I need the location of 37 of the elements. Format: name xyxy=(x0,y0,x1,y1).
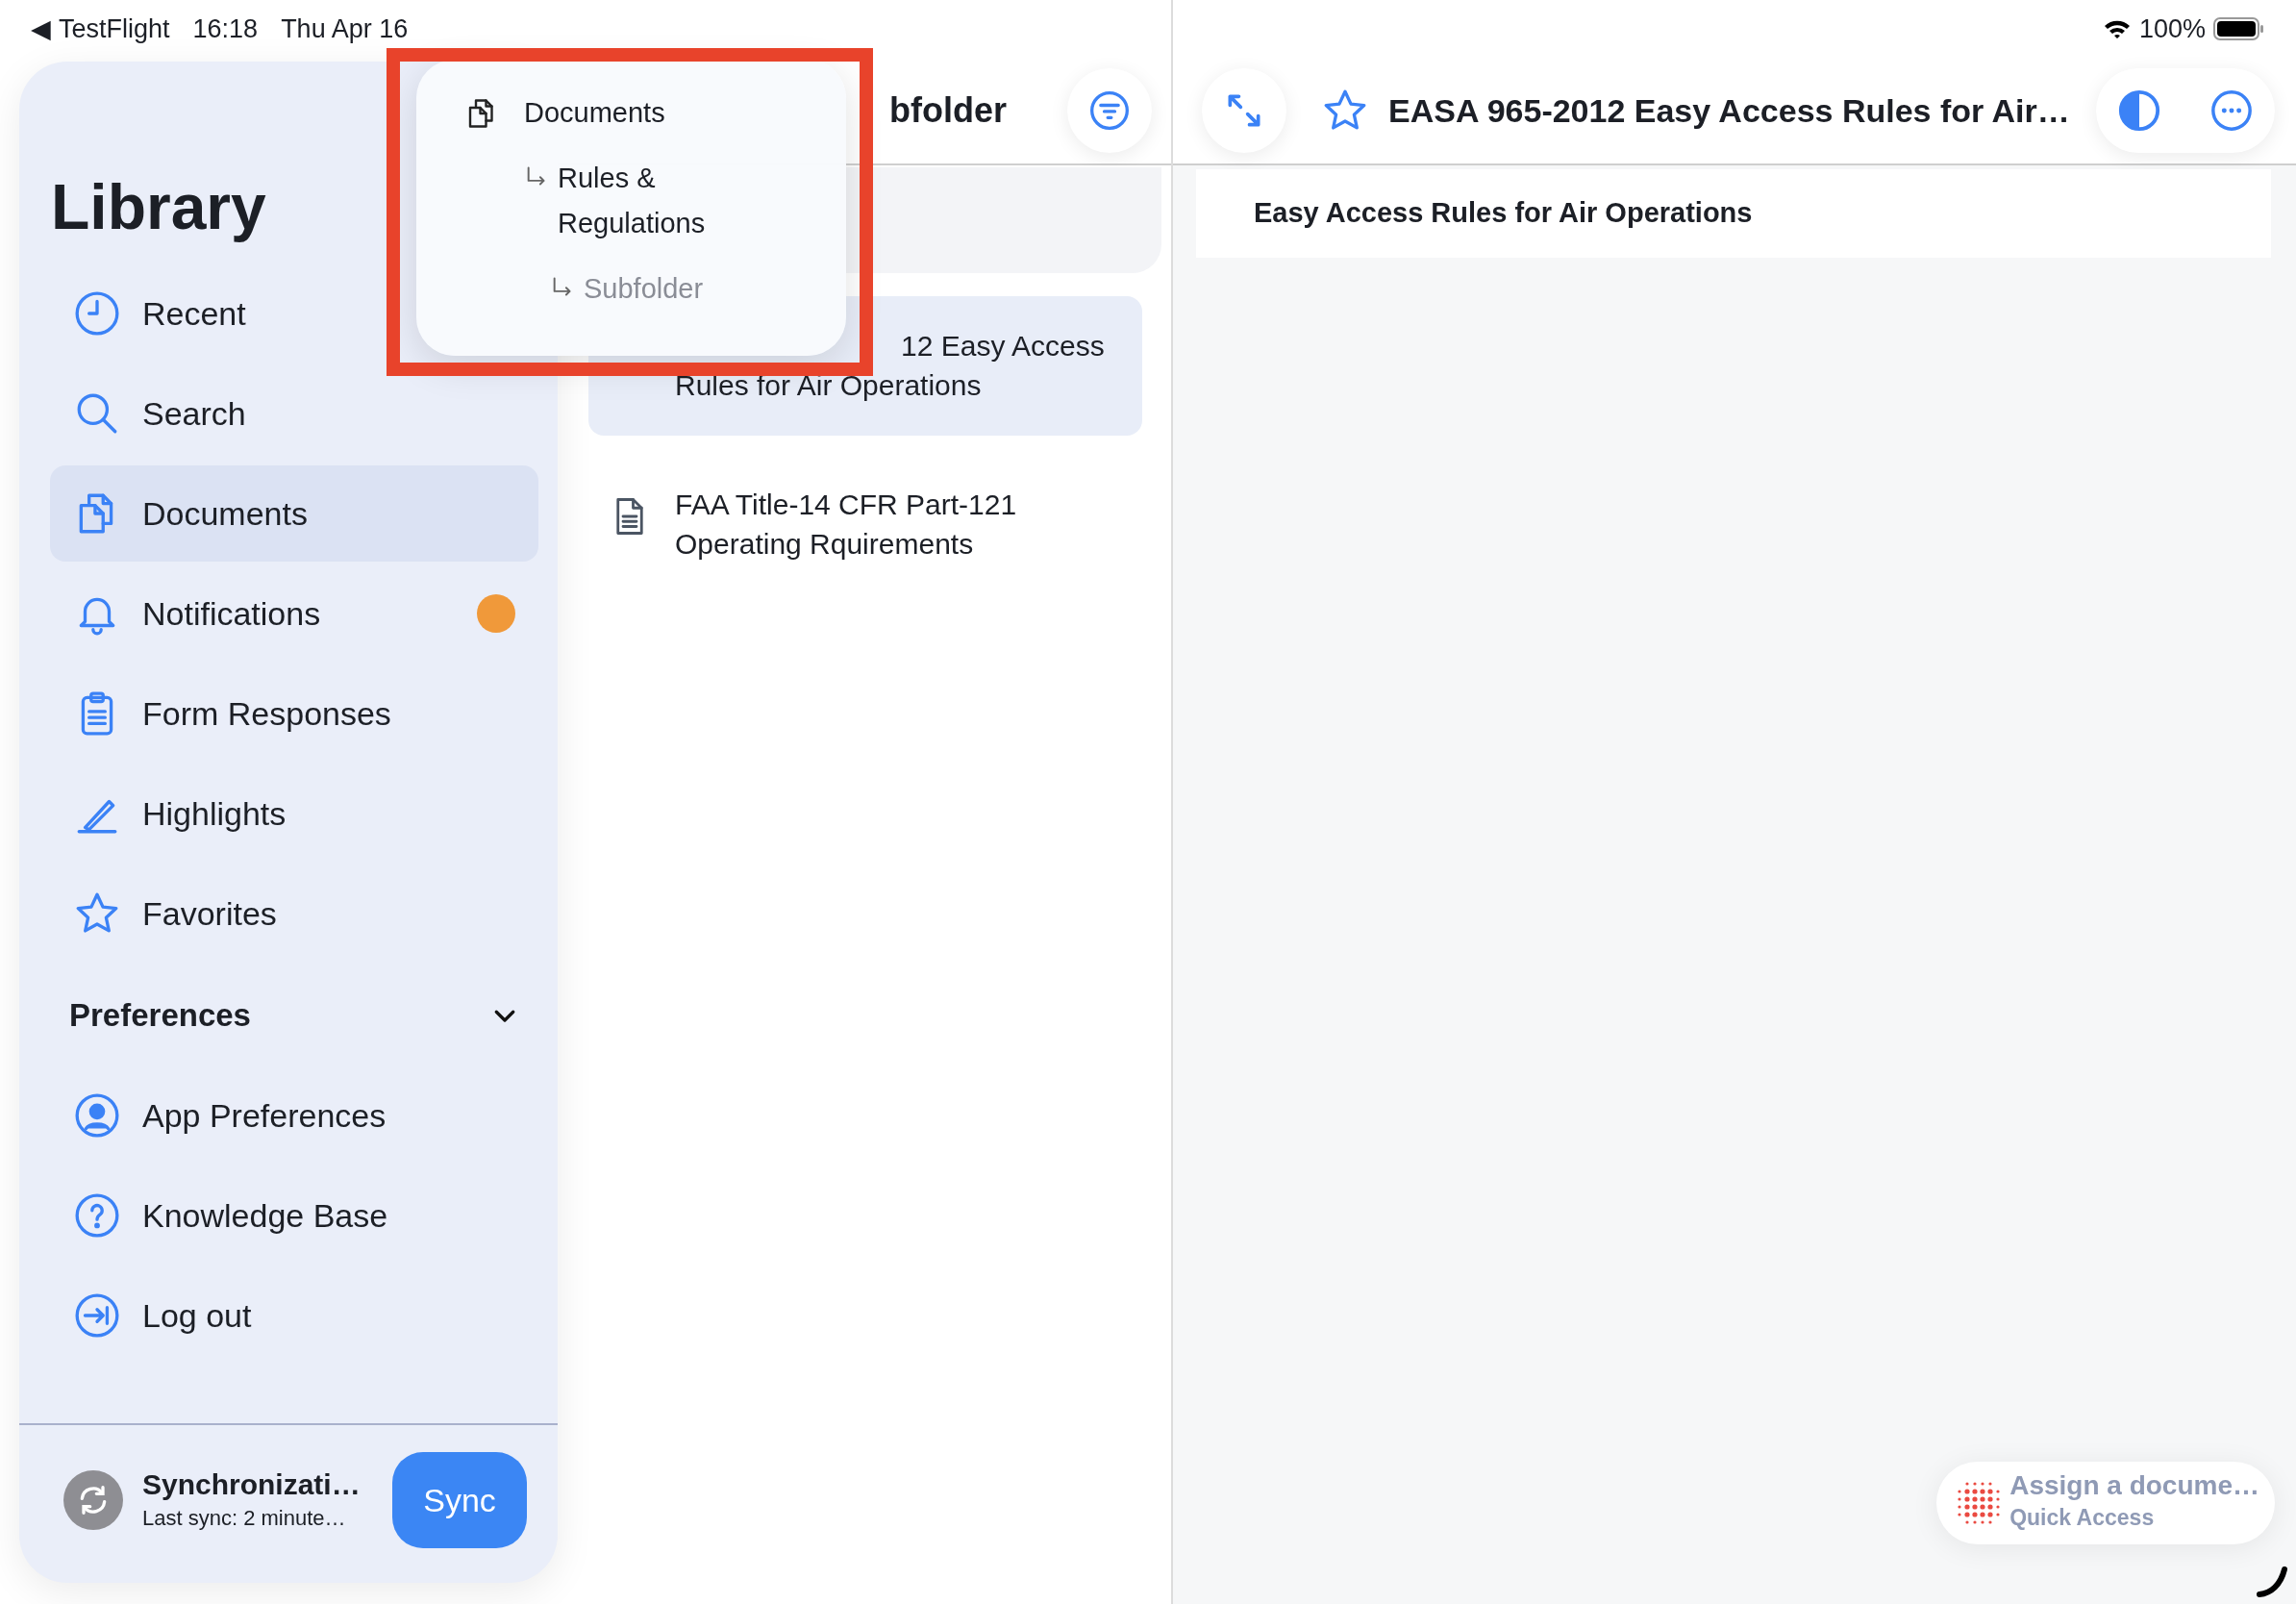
sidebar-item[interactable]: Notifications xyxy=(50,565,538,662)
back-arrow-icon[interactable]: ◀ xyxy=(31,9,51,49)
document-title: EASA 965-2012 Easy Access Rules for Air… xyxy=(1388,90,2070,131)
help-icon xyxy=(73,1191,121,1240)
more-button[interactable] xyxy=(2209,88,2254,133)
clock-icon xyxy=(73,289,121,338)
sidebar-item[interactable]: Documents xyxy=(50,465,538,562)
more-icon xyxy=(2209,88,2254,133)
back-link[interactable]: TestFlight xyxy=(59,9,170,49)
folder-title: bfolder xyxy=(889,89,1007,132)
sidebar-item[interactable]: Knowledge Base xyxy=(50,1167,538,1264)
sidebar-item[interactable]: Log out xyxy=(50,1267,538,1364)
filter-icon xyxy=(1088,89,1131,132)
indent-arrow-icon xyxy=(525,165,546,188)
sidebar-item[interactable]: Highlights xyxy=(50,765,538,862)
sidebar-item[interactable]: Form Responses xyxy=(50,665,538,762)
sync-button[interactable]: Sync xyxy=(392,1452,527,1548)
battery-percent: 100% xyxy=(2138,13,2206,45)
resize-handle-icon[interactable] xyxy=(2256,1566,2288,1598)
section-title: Preferences xyxy=(69,996,251,1036)
logout-icon xyxy=(73,1291,121,1340)
path-menu-item[interactable]: Documents xyxy=(436,90,827,136)
status-time: 16:18 xyxy=(192,13,259,45)
status-date: Thu Apr 16 xyxy=(281,13,409,45)
sync-subtitle: Last sync: 2 minute… xyxy=(142,1504,347,1532)
sidebar-item[interactable]: Favorites xyxy=(50,865,538,962)
contrast-button[interactable] xyxy=(2117,88,2161,133)
section-heading: Easy Access Rules for Air Operations xyxy=(1196,169,2271,258)
sidebar-item[interactable]: Search xyxy=(50,365,538,462)
sync-title: Synchronizati… xyxy=(142,1466,361,1502)
sidebar-item[interactable]: App Preferences xyxy=(50,1067,538,1164)
document-item[interactable]: FAA Title-14 CFR Part-121 Operating Rquirements xyxy=(588,455,1142,594)
person-icon xyxy=(73,1091,121,1140)
path-menu-item[interactable]: Rules & Regulations xyxy=(436,156,827,246)
contrast-icon xyxy=(2117,88,2161,133)
battery-icon xyxy=(2213,16,2265,41)
indent-arrow-icon xyxy=(551,276,572,298)
